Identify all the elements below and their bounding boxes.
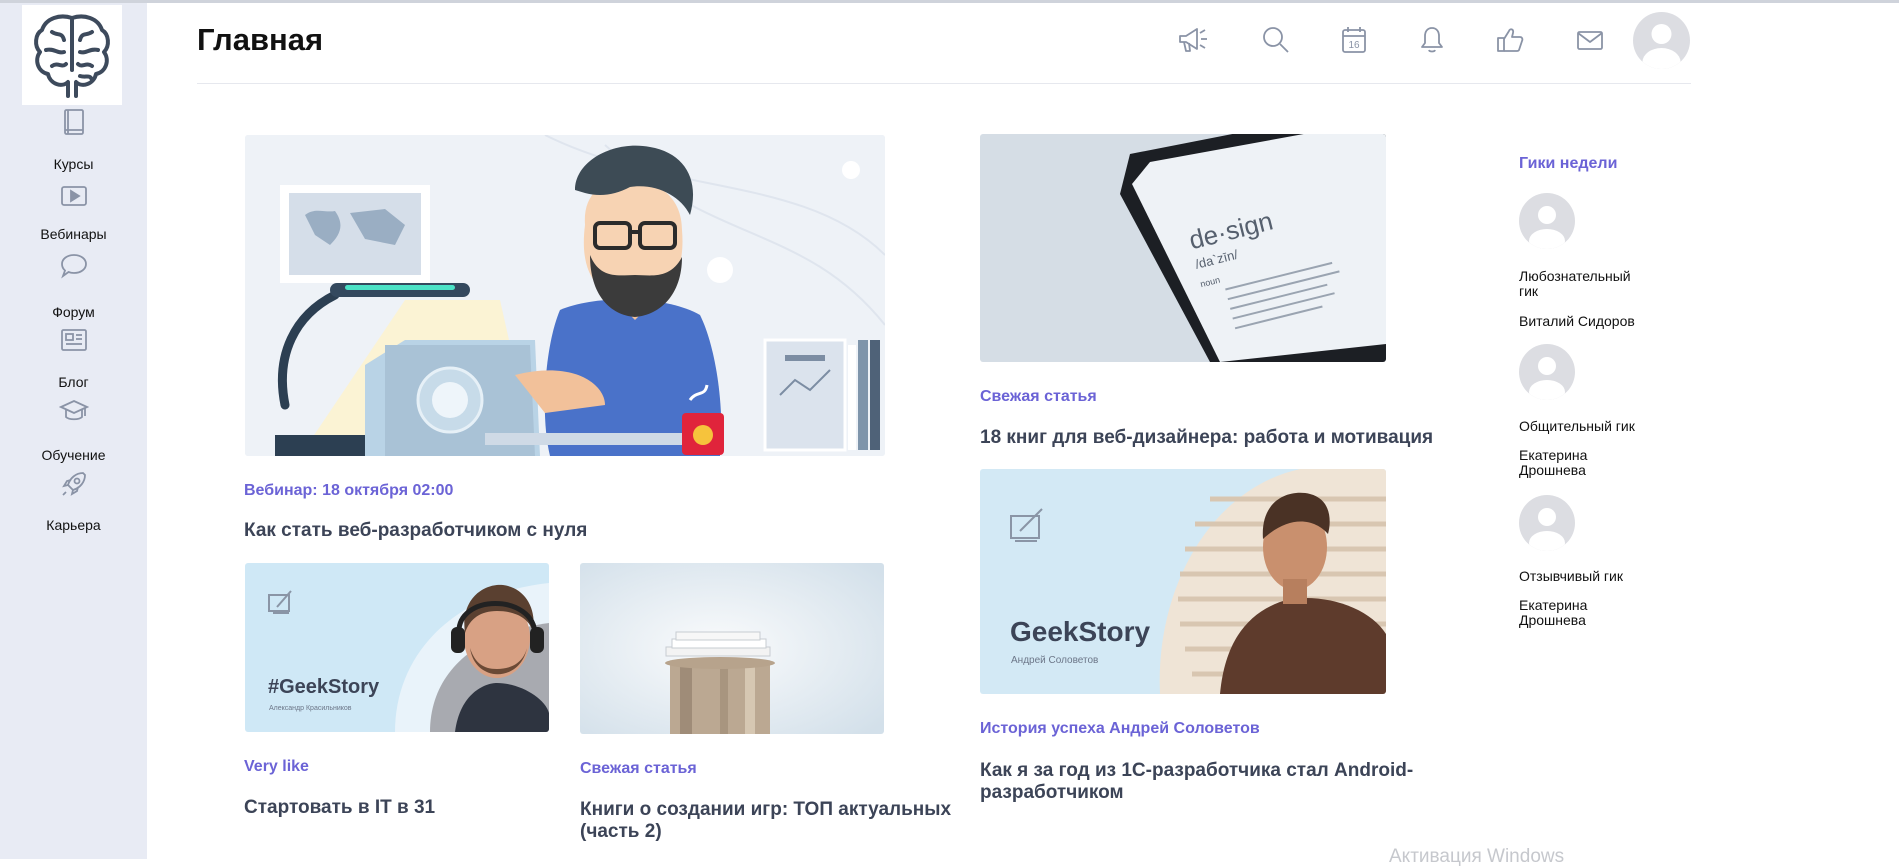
- geek-role: Общительный гик: [1519, 418, 1635, 434]
- graduation-cap-icon: [58, 396, 89, 426]
- bell-icon[interactable]: [1416, 24, 1448, 56]
- mail-icon[interactable]: [1574, 24, 1606, 56]
- user-avatar[interactable]: [1633, 12, 1690, 69]
- sidebar-item-label: Вебинары: [40, 226, 107, 242]
- geekstory-image-subtitle: Александр Красильников: [269, 705, 352, 712]
- geek-avatar[interactable]: [1519, 344, 1575, 400]
- video-play-icon: [59, 181, 89, 211]
- sidebar-item-courses[interactable]: Курсы: [0, 107, 147, 172]
- success-story-card-image[interactable]: GeekStory Андрей Соловетов: [980, 469, 1386, 694]
- header-divider: [197, 83, 1691, 84]
- search-icon[interactable]: [1260, 24, 1292, 56]
- calendar-icon[interactable]: 16: [1338, 24, 1370, 56]
- success-story-image-title: GeekStory: [1010, 616, 1150, 647]
- geek-name[interactable]: Виталий Сидоров: [1519, 314, 1639, 329]
- thumbs-up-icon[interactable]: [1494, 24, 1526, 56]
- sidebar-item-label: Форум: [52, 304, 95, 320]
- page-title: Главная: [197, 22, 324, 57]
- brain-logo-icon: [34, 14, 110, 98]
- sidebar: Курсы Вебинары Форум Блог Обучение Карье…: [0, 3, 147, 859]
- sidebar-item-forum[interactable]: Форум: [0, 251, 147, 320]
- card-title[interactable]: Книги о создании игр: ТОП актуальных (ча…: [580, 799, 960, 843]
- geek-avatar[interactable]: [1519, 193, 1575, 249]
- featured-card-title[interactable]: Как стать веб-разработчиком с нуля: [244, 520, 864, 542]
- card-tag[interactable]: Свежая статья: [980, 388, 1097, 406]
- rocket-icon: [59, 469, 89, 499]
- sidebar-item-career[interactable]: Карьера: [0, 469, 147, 533]
- geek-name[interactable]: Екатерина Дрошнева: [1519, 448, 1599, 478]
- card-tag[interactable]: Свежая статья: [580, 760, 697, 778]
- card-title[interactable]: 18 книг для веб-дизайнера: работа и моти…: [980, 427, 1500, 449]
- window-top-border: [0, 0, 1899, 3]
- windows-activation-watermark: Активация Windows: [1389, 846, 1565, 867]
- geekstory-image-title: #GeekStory: [268, 676, 380, 698]
- books-card-image[interactable]: [580, 563, 884, 734]
- megaphone-icon[interactable]: [1176, 24, 1208, 56]
- geekstory-card-image[interactable]: #GeekStory Александр Красильников: [245, 563, 549, 732]
- sidebar-item-label: Обучение: [41, 447, 106, 463]
- card-tag[interactable]: История успеха Андрей Соловетов: [980, 720, 1260, 738]
- chat-bubble-icon: [59, 251, 89, 281]
- geeks-of-week-title: Гики недели: [1519, 155, 1618, 172]
- card-title[interactable]: Стартовать в IT в 31: [244, 797, 544, 819]
- sidebar-item-blog[interactable]: Блог: [0, 325, 147, 390]
- card-tag[interactable]: Very like: [244, 758, 309, 776]
- calendar-day-text: 16: [1348, 40, 1360, 51]
- geek-role: Любознательный гик: [1519, 268, 1631, 299]
- newspaper-icon: [59, 325, 89, 355]
- logo[interactable]: [22, 5, 122, 105]
- card-title[interactable]: Как я за год из 1С-разработчика стал And…: [980, 760, 1460, 804]
- sidebar-item-education[interactable]: Обучение: [0, 396, 147, 463]
- sidebar-item-label: Курсы: [53, 156, 94, 172]
- book-icon: [59, 107, 89, 137]
- geek-avatar[interactable]: [1519, 495, 1575, 551]
- geek-role: Отзывчивый гик: [1519, 568, 1623, 584]
- featured-card-tag[interactable]: Вебинар: 18 октября 02:00: [244, 482, 453, 500]
- sidebar-item-webinars[interactable]: Вебинары: [0, 181, 147, 242]
- geek-name[interactable]: Екатерина Дрошнева: [1519, 598, 1599, 628]
- design-card-image[interactable]: de·sign /da`zīn/ noun: [980, 134, 1386, 362]
- sidebar-item-label: Блог: [58, 374, 89, 390]
- featured-card-image[interactable]: [245, 135, 885, 456]
- sidebar-item-label: Карьера: [46, 517, 101, 533]
- success-story-image-subtitle: Андрей Соловетов: [1011, 655, 1098, 666]
